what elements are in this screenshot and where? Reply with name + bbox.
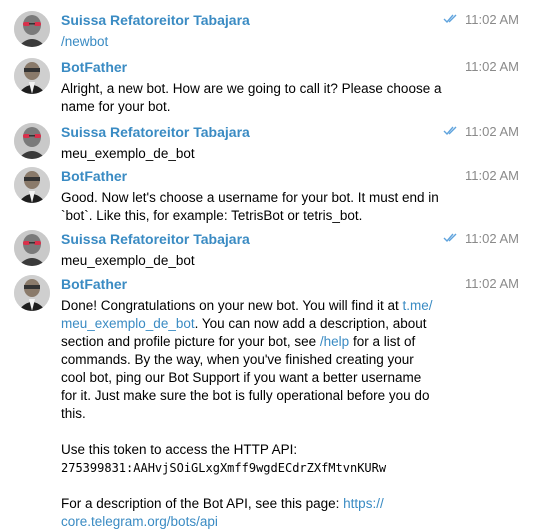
sender-name[interactable]: BotFather	[61, 167, 127, 185]
message-text: Good. Now let's choose a username for yo…	[61, 189, 501, 225]
message-text: Alright, a new bot. How are we going to …	[61, 80, 501, 116]
command-link[interactable]: /newbot	[61, 34, 108, 49]
message-text: Done! Congratulations on your new bot. Y…	[61, 297, 501, 531]
message-time: 11:02 AM	[465, 124, 519, 139]
api-docs-link[interactable]: core.telegram.org/bots/api	[61, 514, 218, 529]
double-check-icon	[443, 14, 459, 24]
message-line: Done! Congratulations on your new bot. Y…	[61, 297, 501, 315]
api-docs-link[interactable]: https://	[343, 496, 384, 511]
message-line: core.telegram.org/bots/api	[61, 513, 501, 531]
message-text: /newbot	[61, 33, 461, 51]
avatar[interactable]	[14, 230, 50, 266]
text-span: for a list of	[349, 334, 416, 349]
user-avatar-icon	[14, 230, 50, 266]
text-span: For a description of the Bot API, see th…	[61, 496, 344, 511]
message-text: meu_exemplo_de_bot	[61, 253, 195, 268]
bot-link[interactable]: meu_exemplo_de_bot	[61, 316, 195, 331]
message-item: Suissa Refatoreitor Tabajara 11:02 AM me…	[0, 230, 537, 270]
message-time: 11:02 AM	[465, 231, 519, 246]
message-text: meu_exemplo_de_bot	[61, 146, 195, 161]
message-meta: 11:02 AM	[465, 276, 519, 292]
message-item: BotFather 11:02 AM Alright, a new bot. H…	[0, 58, 537, 116]
sender-name[interactable]: Suissa Refatoreitor Tabajara	[61, 11, 250, 29]
help-command-link[interactable]: /help	[320, 334, 349, 349]
message-line: For a description of the Bot API, see th…	[61, 495, 501, 513]
message-line: commands. By the way, when you've finish…	[61, 352, 414, 367]
message-time: 11:02 AM	[465, 59, 519, 74]
message-meta: 11:02 AM	[465, 168, 519, 184]
sender-name[interactable]: BotFather	[61, 275, 127, 293]
user-avatar-icon	[14, 123, 50, 159]
message-item: Suissa Refatoreitor Tabajara 11:02 AM me…	[0, 123, 537, 163]
message-meta: 11:02 AM	[465, 59, 519, 75]
sender-name[interactable]: Suissa Refatoreitor Tabajara	[61, 123, 250, 141]
avatar[interactable]	[14, 123, 50, 159]
chat-history: Suissa Refatoreitor Tabajara 11:02 AM /n…	[0, 0, 537, 529]
sender-name[interactable]: Suissa Refatoreitor Tabajara	[61, 230, 250, 248]
message-line: Alright, a new bot. How are we going to …	[61, 81, 442, 96]
message-time: 11:02 AM	[465, 12, 519, 27]
message-line: section and profile picture for your bot…	[61, 333, 501, 351]
message-item: BotFather 11:02 AM Good. Now let's choos…	[0, 167, 537, 225]
message-meta: 11:02 AM	[443, 231, 519, 247]
message-line: this.	[61, 406, 86, 421]
message-item: BotFather 11:02 AM Done! Congratulations…	[0, 275, 537, 529]
text-span: section and profile picture for your bot…	[61, 334, 320, 349]
text-span: . You can now add a description, about	[194, 316, 427, 331]
message-line: for it. Just make sure the bot is fully …	[61, 388, 430, 403]
api-token[interactable]: 275399831:AAHvjSOiGLxgXmff9wgdECdrZXfMtv…	[61, 459, 501, 477]
double-check-icon	[443, 233, 459, 243]
message-line: `bot`. Like this, for example: TetrisBot…	[61, 208, 363, 223]
avatar[interactable]	[14, 58, 50, 94]
message-meta: 11:02 AM	[443, 124, 519, 140]
message-line: cool bot, ping our Bot Support if you wa…	[61, 370, 422, 385]
avatar[interactable]	[14, 11, 50, 47]
double-check-icon	[443, 126, 459, 136]
sender-name[interactable]: BotFather	[61, 58, 127, 76]
message-line: meu_exemplo_de_bot. You can now add a de…	[61, 315, 501, 333]
message-time: 11:02 AM	[465, 168, 519, 183]
botfather-avatar-icon	[14, 167, 50, 203]
bot-link[interactable]: t.me/	[402, 298, 432, 313]
message-line: Use this token to access the HTTP API:	[61, 442, 298, 457]
message-line: Good. Now let's choose a username for yo…	[61, 190, 439, 205]
botfather-avatar-icon	[14, 275, 50, 311]
message-meta: 11:02 AM	[443, 12, 519, 28]
text-span: Done! Congratulations on your new bot. Y…	[61, 298, 403, 313]
message-line: name for your bot.	[61, 99, 171, 114]
user-avatar-icon	[14, 11, 50, 47]
avatar[interactable]	[14, 275, 50, 311]
botfather-avatar-icon	[14, 58, 50, 94]
message-item: Suissa Refatoreitor Tabajara 11:02 AM /n…	[0, 11, 537, 51]
avatar[interactable]	[14, 167, 50, 203]
message-time: 11:02 AM	[465, 276, 519, 291]
